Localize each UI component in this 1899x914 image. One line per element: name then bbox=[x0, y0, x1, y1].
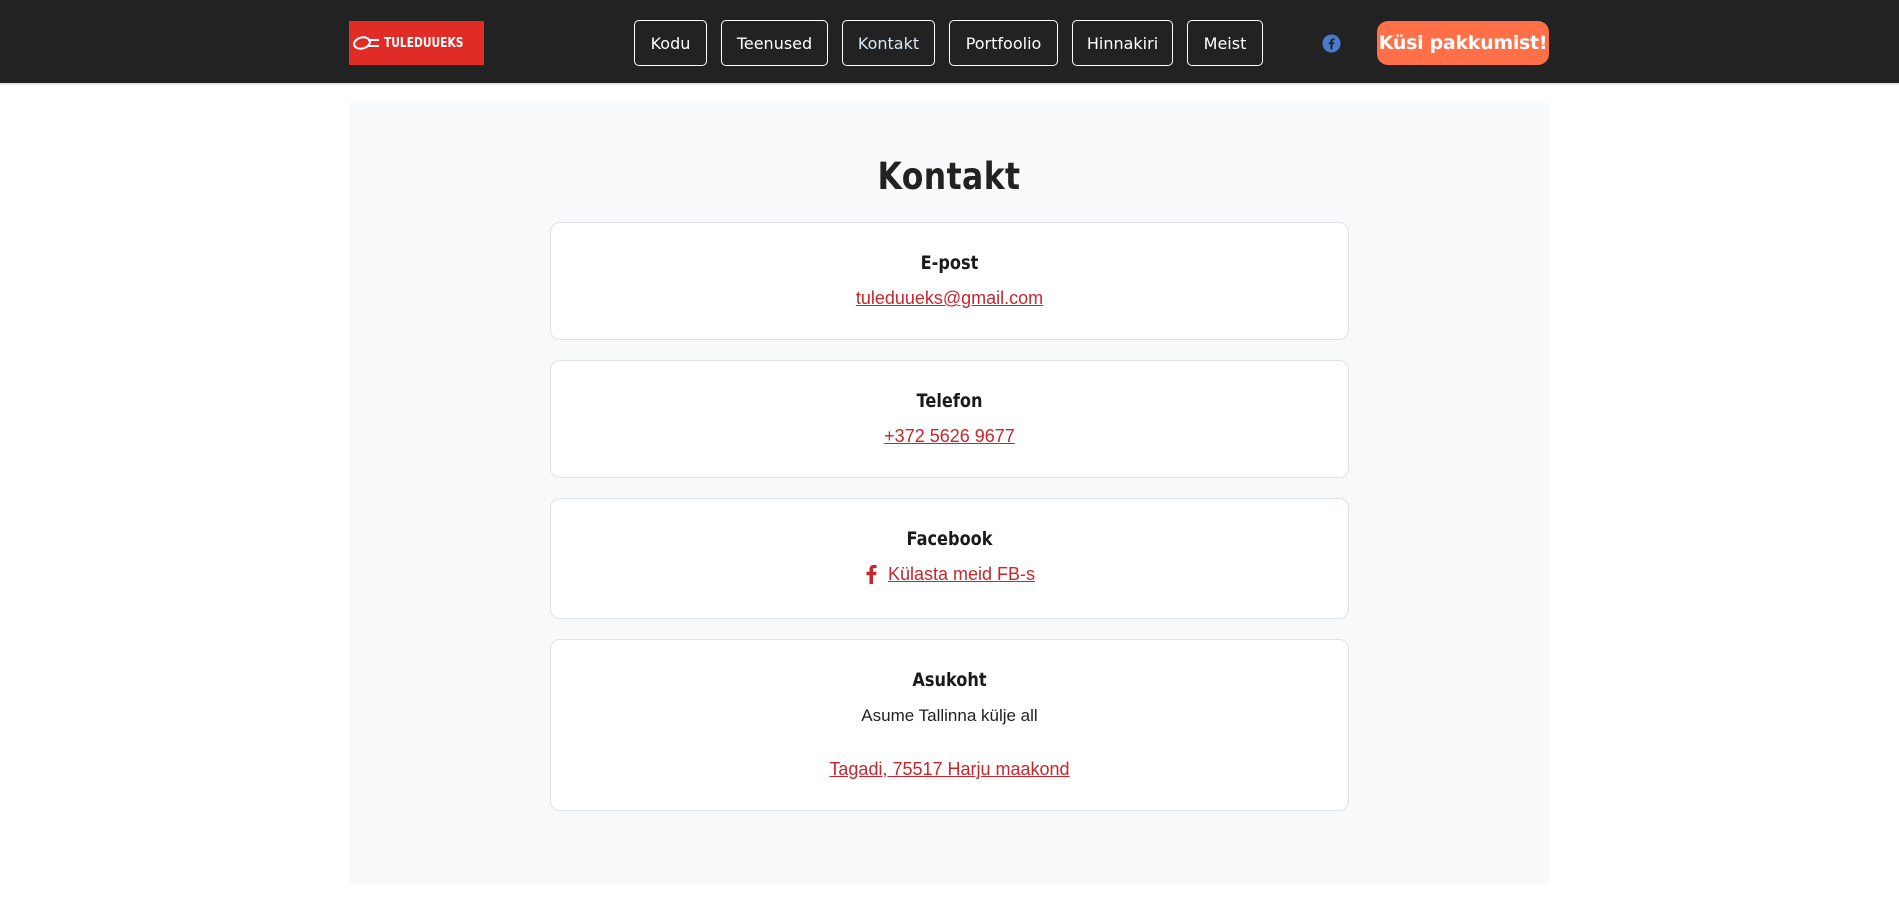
nav-item-portfoolio[interactable]: Portfoolio bbox=[949, 20, 1058, 66]
email-card: E-post tuleduueks@gmail.com bbox=[550, 222, 1349, 340]
location-card: Asukoht Asume Tallinna külje all Tagadi,… bbox=[550, 639, 1349, 811]
facebook-link[interactable]: Külasta meid FB-s bbox=[551, 564, 1348, 585]
page-title: Kontakt bbox=[877, 155, 1021, 198]
main-nav: Kodu Teenused Kontakt Portfoolio Hinnaki… bbox=[634, 20, 1277, 66]
contact-section: Kontakt E-post tuleduueks@gmail.com Tele… bbox=[349, 103, 1549, 884]
logo-mark-icon bbox=[353, 36, 380, 50]
request-quote-button[interactable]: Küsi pakkumist! bbox=[1377, 21, 1549, 65]
location-card-title: Asukoht bbox=[912, 669, 987, 691]
site-logo[interactable]: TULEDUUEKS bbox=[349, 21, 484, 65]
email-card-title: E-post bbox=[920, 252, 979, 274]
facebook-card: Facebook Külasta meid FB-s bbox=[550, 498, 1349, 619]
nav-item-kodu[interactable]: Kodu bbox=[634, 20, 707, 66]
logo-text: TULEDUUEKS bbox=[384, 35, 464, 51]
phone-card-title: Telefon bbox=[916, 390, 983, 412]
nav-item-meist[interactable]: Meist bbox=[1187, 20, 1263, 66]
phone-card: Telefon +372 5626 9677 bbox=[550, 360, 1349, 478]
facebook-card-title: Facebook bbox=[906, 528, 993, 550]
nav-item-hinnakiri[interactable]: Hinnakiri bbox=[1072, 20, 1173, 66]
address-link[interactable]: Tagadi, 75517 Harju maakond bbox=[551, 759, 1348, 780]
facebook-f-icon bbox=[866, 564, 877, 584]
header-shadow bbox=[0, 83, 1899, 86]
facebook-link-text: Külasta meid FB-s bbox=[887, 564, 1036, 584]
nav-item-kontakt[interactable]: Kontakt bbox=[842, 20, 935, 66]
facebook-icon[interactable] bbox=[1322, 34, 1341, 53]
phone-link[interactable]: +372 5626 9677 bbox=[551, 426, 1348, 447]
location-description: Asume Tallinna külje all bbox=[861, 706, 1038, 725]
email-link[interactable]: tuleduueks@gmail.com bbox=[551, 288, 1348, 309]
nav-item-teenused[interactable]: Teenused bbox=[721, 20, 828, 66]
